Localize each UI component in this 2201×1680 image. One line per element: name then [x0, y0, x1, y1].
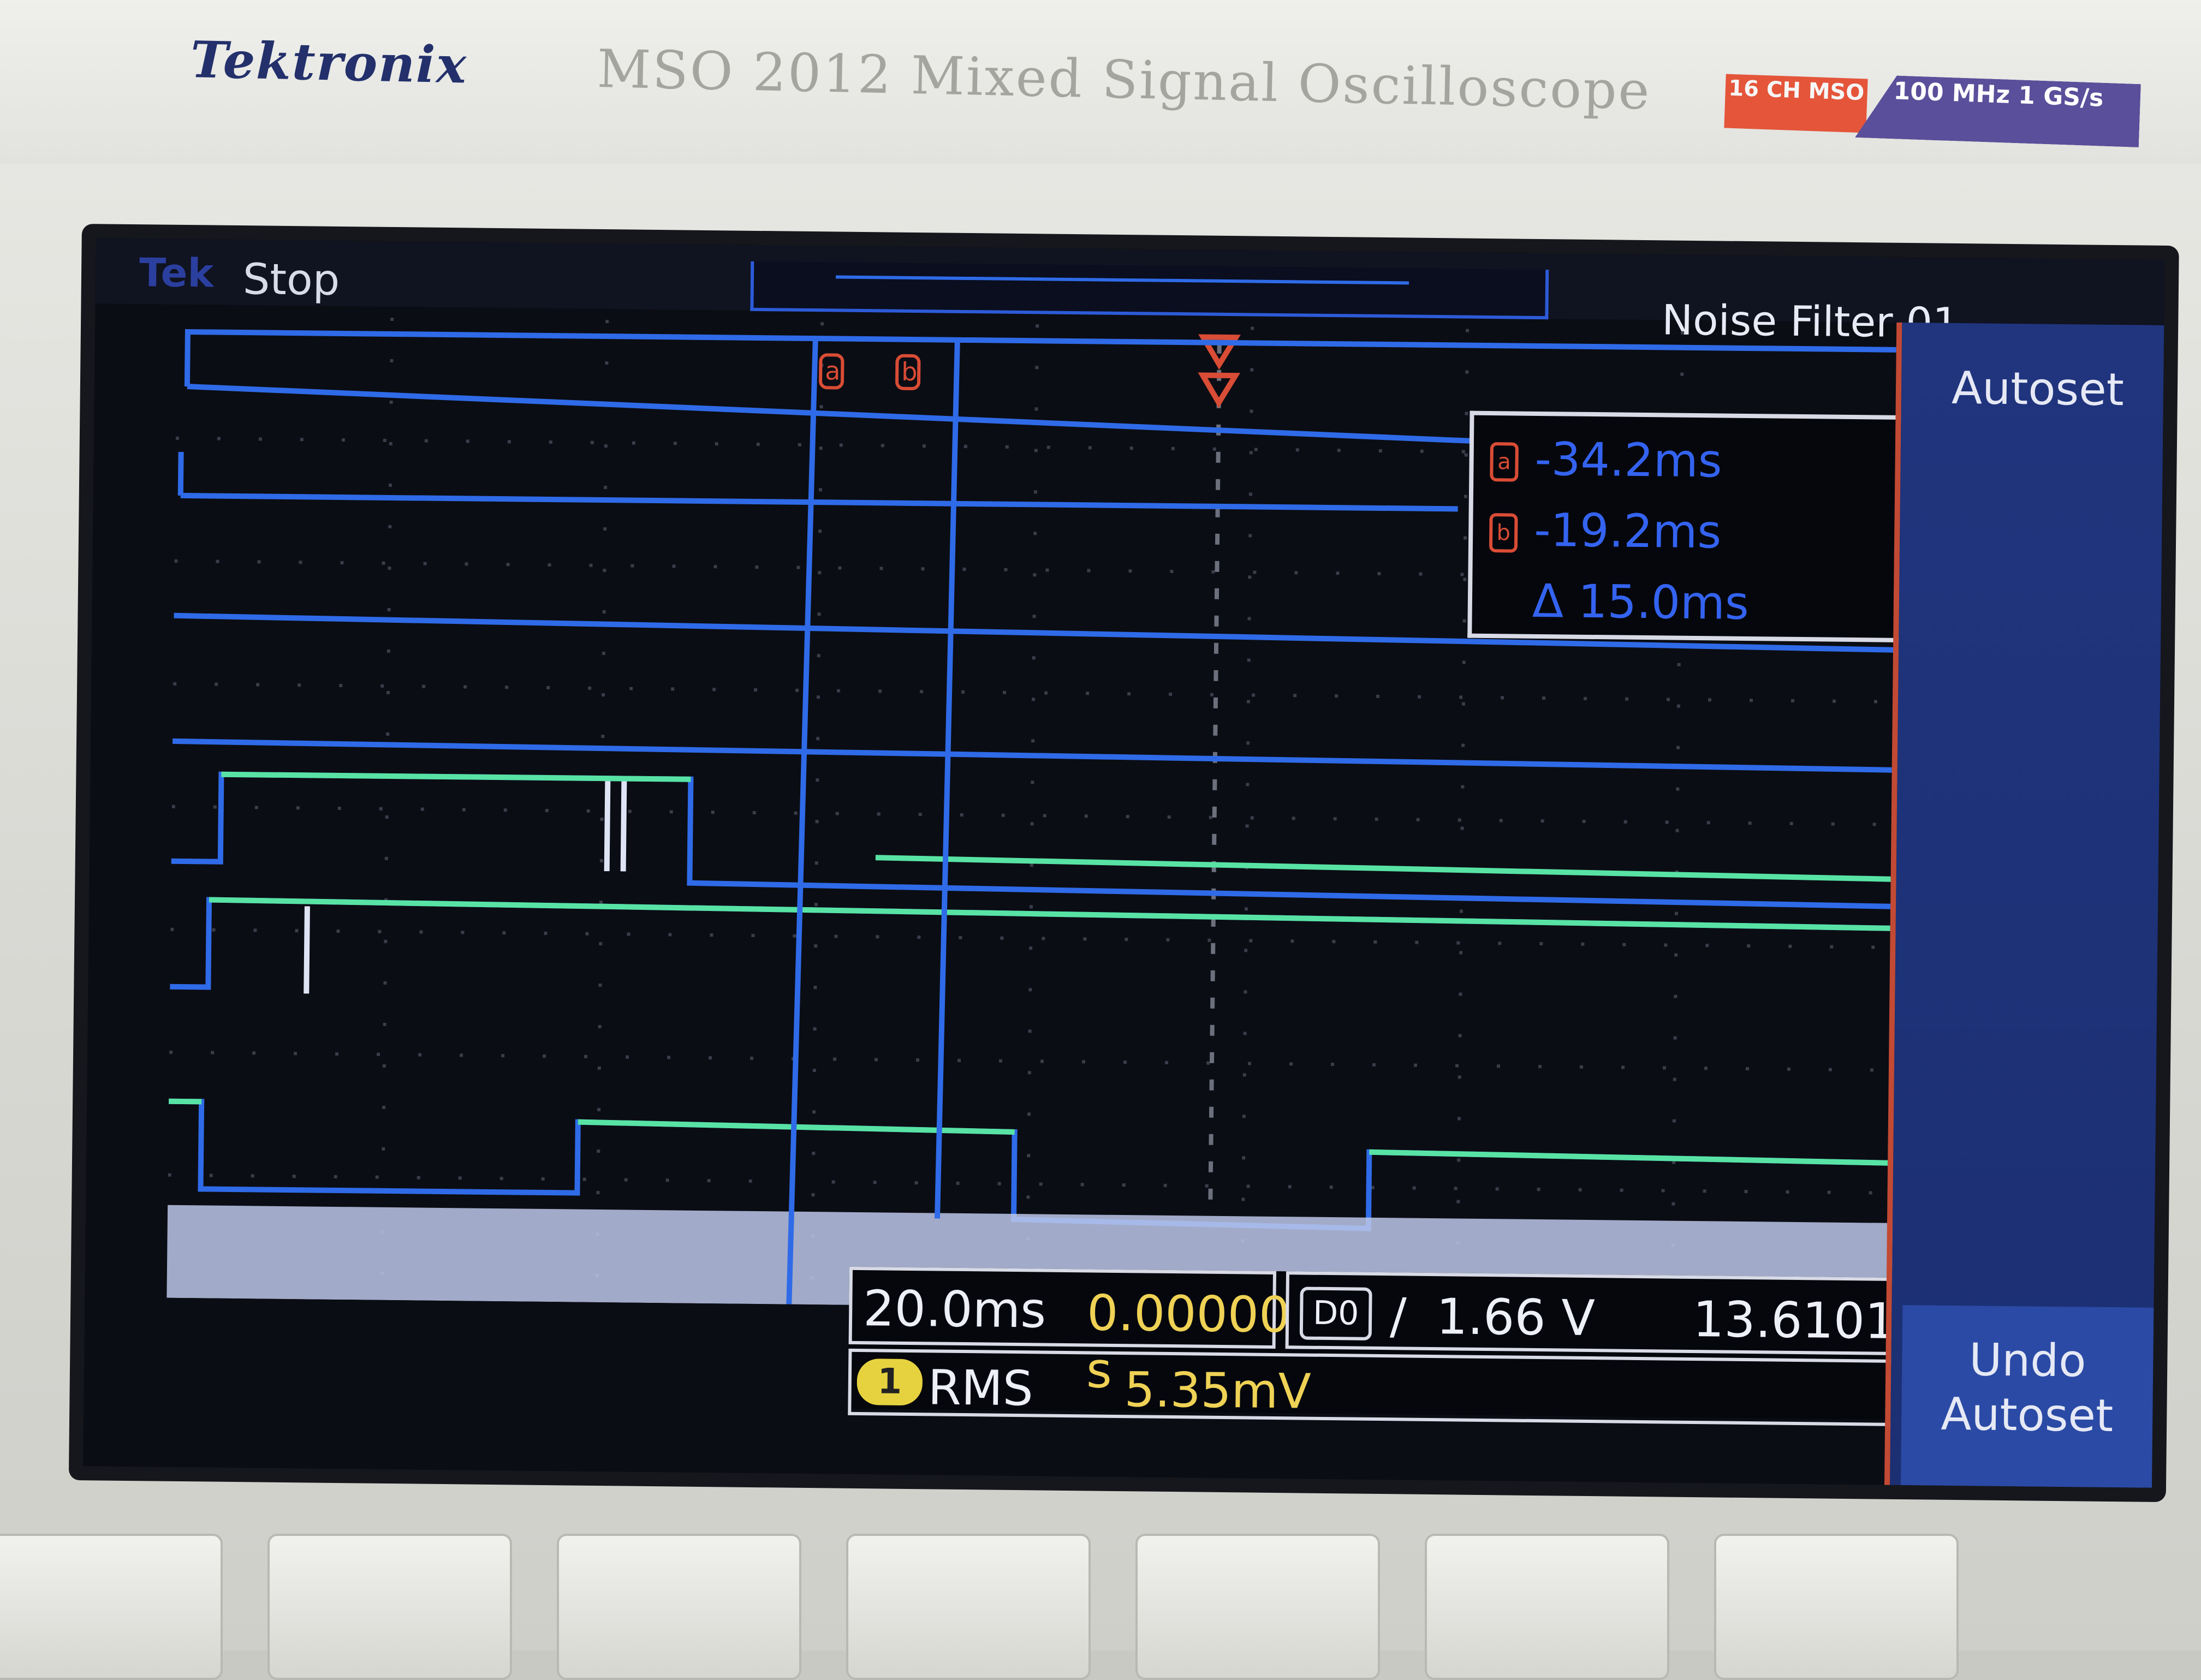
side-menu: Autoset Undo Autoset — [1884, 322, 2170, 1488]
record-view-bar — [750, 261, 1549, 320]
cursor-b-icon: b — [1489, 513, 1518, 553]
trigger-level: 1.66 V — [1436, 1288, 1596, 1348]
measurement-value: 5.35mV — [1124, 1361, 1312, 1420]
trigger-center-line — [1208, 342, 1222, 1200]
cursor-b-line — [935, 339, 960, 1219]
record-window-indicator — [836, 275, 1409, 285]
cursor-delta-value: Δ 15.0ms — [1532, 574, 1750, 630]
channels-badge: 16 CH MSO — [1724, 74, 1868, 133]
cursor-a-tag-label: a — [825, 356, 841, 385]
cursor-a-value: -34.2ms — [1534, 432, 1723, 488]
trace-ch6 — [177, 451, 1458, 512]
bezel-button-2[interactable] — [557, 1534, 801, 1680]
trigger-readout[interactable]: D0 / 1.66 V 13.6101kHz — [1285, 1271, 1988, 1355]
cursor-a-readout: a -34.2ms — [1490, 432, 1722, 487]
trigger-source-badge: D0 — [1299, 1286, 1372, 1341]
bezel-buttons — [0, 1506, 2201, 1680]
bezel-top-panel: Tektronix MSO 2012 Mixed Signal Oscillos… — [0, 0, 2201, 164]
rising-edge-icon: / — [1389, 1288, 1407, 1345]
cursor-a-icon: a — [1490, 442, 1519, 482]
trace-ch3-glitch — [604, 781, 627, 872]
bezel-button-4[interactable] — [1135, 1534, 1380, 1680]
measurement-type: RMS — [927, 1359, 1034, 1417]
oscilloscope-bezel: Tektronix MSO 2012 Mixed Signal Oscillos… — [0, 0, 2201, 1680]
measurement-readout[interactable]: 1 RMS 5.35mV — [848, 1348, 1898, 1426]
measurement-channel-badge: 1 — [856, 1358, 923, 1406]
time-per-division: 20.0ms — [862, 1280, 1046, 1339]
acquisition-state: Stop — [242, 255, 340, 305]
spec-badge: 100 MHz 1 GS/s — [1855, 74, 2141, 147]
cursor-delta-readout: Δ 15.0ms — [1532, 574, 1749, 630]
cursor-b-tag-label: b — [901, 357, 918, 386]
timebase-readout[interactable]: 20.0ms 0.00000 s — [848, 1266, 1290, 1399]
trace-ch3-high — [221, 771, 1891, 882]
cursor-tags: a b — [819, 353, 921, 390]
trace-ch3 — [166, 771, 1891, 909]
cursor-readout-panel: a -34.2ms b -19.2ms Δ 15.0ms — [1467, 410, 1906, 642]
bezel-button-1[interactable] — [267, 1534, 512, 1680]
cursor-b-readout: b -19.2ms — [1489, 503, 1722, 558]
model-label: MSO 2012 Mixed Signal Oscilloscope — [596, 38, 1652, 122]
bezel-button-3[interactable] — [846, 1534, 1091, 1680]
cursors — [786, 338, 960, 1304]
cursor-a-line — [786, 338, 818, 1304]
status-row: Tek Stop Noise Filter 01 — [95, 238, 2165, 347]
trace-ch2-glitch — [304, 906, 310, 994]
trace-ch4 — [167, 738, 1892, 773]
autoset-button[interactable]: Autoset — [1923, 344, 2153, 434]
trace-ch1-high — [166, 1098, 1888, 1166]
readout-bar: 20.0ms 0.00000 s D0 / 1.66 V 13.6101kHz … — [848, 1266, 1988, 1426]
display-screen: Tek Stop Noise Filter 01 a b a -34.2ms b… — [68, 224, 2179, 1503]
cursor-b-value: -19.2ms — [1533, 503, 1722, 559]
undo-autoset-button[interactable]: Undo Autoset — [1900, 1305, 2154, 1488]
bezel-button-0[interactable] — [0, 1534, 223, 1680]
brand-logo: Tektronix — [189, 30, 468, 95]
bezel-button-5[interactable] — [1425, 1534, 1669, 1680]
tek-logo: Tek — [139, 249, 214, 296]
bezel-button-6[interactable] — [1714, 1534, 1959, 1680]
